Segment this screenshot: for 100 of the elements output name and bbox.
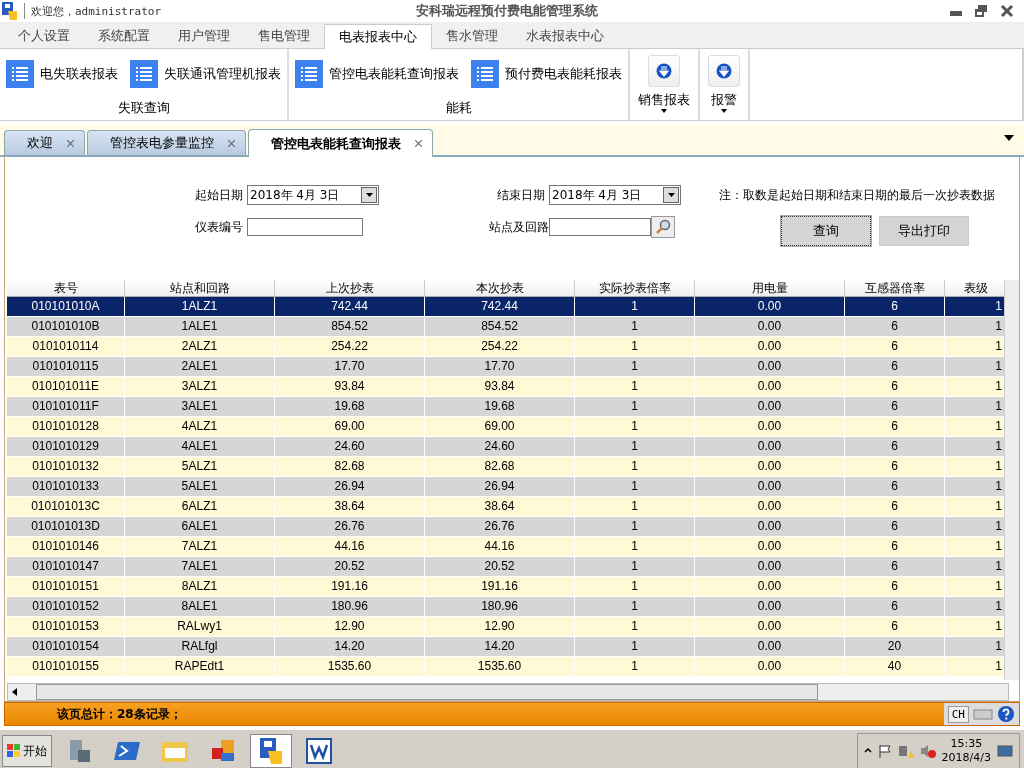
dropdown-icon-button[interactable] xyxy=(708,55,740,87)
close-tab-icon[interactable] xyxy=(415,140,422,147)
table-cell: 742.44 xyxy=(275,297,425,317)
menu-tab[interactable]: 个人设置 xyxy=(4,24,84,48)
column-header[interactable]: 上次抄表 xyxy=(275,280,425,297)
restore-button[interactable] xyxy=(974,4,988,18)
table-cell: 5ALZ1 xyxy=(125,457,275,477)
help-icon[interactable] xyxy=(997,705,1015,723)
search-button[interactable] xyxy=(651,216,675,238)
table-cell: 19.68 xyxy=(425,397,575,417)
dropdown-icon-button[interactable] xyxy=(648,55,680,87)
table-cell: 1 xyxy=(575,457,695,477)
table-row[interactable]: 0101010153 RALwy1 12.90 12.90 1 0.00 6 1 xyxy=(7,617,1007,637)
table-cell: 010101010A xyxy=(7,297,125,317)
table-row[interactable]: 0101010128 4ALZ1 69.00 69.00 1 0.00 6 1 xyxy=(7,417,1007,437)
column-header[interactable]: 本次抄表 xyxy=(425,280,575,297)
menu-tab[interactable]: 售电管理 xyxy=(244,24,324,48)
table-row[interactable]: 010101011F 3ALE1 19.68 19.68 1 0.00 6 1 xyxy=(7,397,1007,417)
column-header[interactable]: 用电量 xyxy=(695,280,845,297)
down-arrow-icon xyxy=(656,63,672,79)
column-header[interactable]: 站点和回路 xyxy=(125,280,275,297)
document-tab[interactable]: 管控电表能耗查询报表 xyxy=(248,129,433,157)
tab-list-dropdown-icon[interactable] xyxy=(1004,135,1014,141)
table-row[interactable]: 0101010115 2ALE1 17.70 17.70 1 0.00 6 1 xyxy=(7,357,1007,377)
input-method-indicator[interactable]: CH xyxy=(947,705,969,723)
show-desktop-icon[interactable] xyxy=(997,744,1013,758)
close-button[interactable] xyxy=(1000,4,1014,18)
table-cell: 0101010115 xyxy=(7,357,125,377)
table-row[interactable]: 010101011E 3ALZ1 93.84 93.84 1 0.00 6 1 xyxy=(7,377,1007,397)
close-tab-icon[interactable] xyxy=(228,139,235,147)
caret-icon[interactable] xyxy=(365,193,373,197)
menu-tab[interactable]: 售水管理 xyxy=(432,24,512,48)
table-cell: 191.16 xyxy=(425,577,575,597)
table-row[interactable]: 010101010A 1ALZ1 742.44 742.44 1 0.00 6 1 xyxy=(7,297,1007,317)
dropdown-button[interactable]: 报警 xyxy=(711,91,737,113)
column-header[interactable]: 互感器倍率 xyxy=(845,280,945,297)
record-count: 该页总计：28条记录； xyxy=(56,705,183,723)
menu-tab[interactable]: 水表报表中心 xyxy=(512,24,618,48)
table-row[interactable]: 0101010154 RALfgl 14.20 14.20 1 0.00 20 1 xyxy=(7,637,1007,657)
speaker-muted-icon[interactable] xyxy=(919,743,936,759)
end-date-picker[interactable]: 2018年 4月 3日 xyxy=(549,185,681,205)
report-button[interactable]: 失联通讯管理机报表 xyxy=(130,60,281,88)
menu-tab[interactable]: 系统配置 xyxy=(84,24,164,48)
document-tab[interactable]: 管控表电参量监控 xyxy=(87,130,246,155)
table-cell: 1 xyxy=(945,577,1007,597)
table-row[interactable]: 0101010155 RAPEdt1 1535.60 1535.60 1 0.00 40 1 xyxy=(7,657,1007,677)
column-header[interactable]: 实际抄表倍率 xyxy=(575,280,695,297)
meter-number-field[interactable] xyxy=(247,218,363,236)
table-cell: 0.00 xyxy=(695,357,845,377)
table-row[interactable]: 0101010132 5ALZ1 82.68 82.68 1 0.00 6 1 xyxy=(7,457,1007,477)
table-row[interactable]: 0101010147 7ALE1 20.52 20.52 1 0.00 6 1 xyxy=(7,557,1007,577)
table-row[interactable]: 0101010133 5ALE1 26.94 26.94 1 0.00 6 1 xyxy=(7,477,1007,497)
table-cell: 20.52 xyxy=(425,557,575,577)
close-tab-icon[interactable] xyxy=(67,139,74,147)
chevron-up-icon[interactable] xyxy=(863,747,872,755)
table-cell: 6 xyxy=(845,477,945,497)
station-field[interactable] xyxy=(549,218,651,236)
report-button[interactable]: 管控电表能耗查询报表 xyxy=(295,60,459,88)
table-cell: 1 xyxy=(945,537,1007,557)
menu-tab[interactable]: 电表报表中心 xyxy=(324,24,432,49)
flag-icon[interactable] xyxy=(877,744,892,758)
dropdown-button[interactable]: 销售报表 xyxy=(638,91,690,113)
table-cell: 8ALZ1 xyxy=(125,577,275,597)
start-date-picker[interactable]: 2018年 4月 3日 xyxy=(247,185,379,205)
table-cell: 010101010B xyxy=(7,317,125,337)
table-row[interactable]: 0101010152 8ALE1 180.96 180.96 1 0.00 6 1 xyxy=(7,597,1007,617)
table-cell: 0101010154 xyxy=(7,637,125,657)
export-print-button[interactable]: 导出打印 xyxy=(879,216,969,246)
table-cell: 0101010146 xyxy=(7,537,125,557)
table-cell: 6 xyxy=(845,537,945,557)
column-header[interactable]: 表号 xyxy=(7,280,125,297)
table-row[interactable]: 010101013C 6ALZ1 38.64 38.64 1 0.00 6 1 xyxy=(7,497,1007,517)
table-cell: 6 xyxy=(845,317,945,337)
table-row[interactable]: 010101010B 1ALE1 854.52 854.52 1 0.00 6 1 xyxy=(7,317,1007,337)
table-cell: 0.00 xyxy=(695,377,845,397)
table-row[interactable]: 0101010129 4ALE1 24.60 24.60 1 0.00 6 1 xyxy=(7,437,1007,457)
table-cell: 1 xyxy=(945,657,1007,677)
table-row[interactable]: 0101010146 7ALZ1 44.16 44.16 1 0.00 6 1 xyxy=(7,537,1007,557)
report-button[interactable]: 预付费电表能耗报表 xyxy=(471,60,622,88)
column-header[interactable]: 表级 xyxy=(945,280,1007,297)
document-tab[interactable]: 欢迎 xyxy=(4,130,85,155)
horizontal-scrollbar[interactable] xyxy=(7,683,1009,701)
start-button[interactable]: 开始 xyxy=(2,735,52,767)
table-cell: 1 xyxy=(945,597,1007,617)
table-row[interactable]: 010101013D 6ALE1 26.76 26.76 1 0.00 6 1 xyxy=(7,517,1007,537)
caret-icon[interactable] xyxy=(667,193,675,197)
table-cell: 6 xyxy=(845,337,945,357)
table-cell: 44.16 xyxy=(425,537,575,557)
table-cell: 7ALE1 xyxy=(125,557,275,577)
prepaid-system-taskbar-icon[interactable] xyxy=(250,734,292,768)
table-row[interactable]: 0101010114 2ALZ1 254.22 254.22 1 0.00 6 1 xyxy=(7,337,1007,357)
table-row[interactable]: 0101010151 8ALZ1 191.16 191.16 1 0.00 6 1 xyxy=(7,577,1007,597)
menu-tab[interactable]: 用户管理 xyxy=(164,24,244,48)
vertical-scrollbar[interactable] xyxy=(1004,280,1019,680)
query-button[interactable]: 查询 xyxy=(781,216,871,246)
table-cell: 854.52 xyxy=(425,317,575,337)
table-cell: 1 xyxy=(575,397,695,417)
report-button[interactable]: 电失联表报表 xyxy=(6,60,118,88)
table-cell: 1 xyxy=(945,417,1007,437)
table-cell: 0101010128 xyxy=(7,417,125,437)
